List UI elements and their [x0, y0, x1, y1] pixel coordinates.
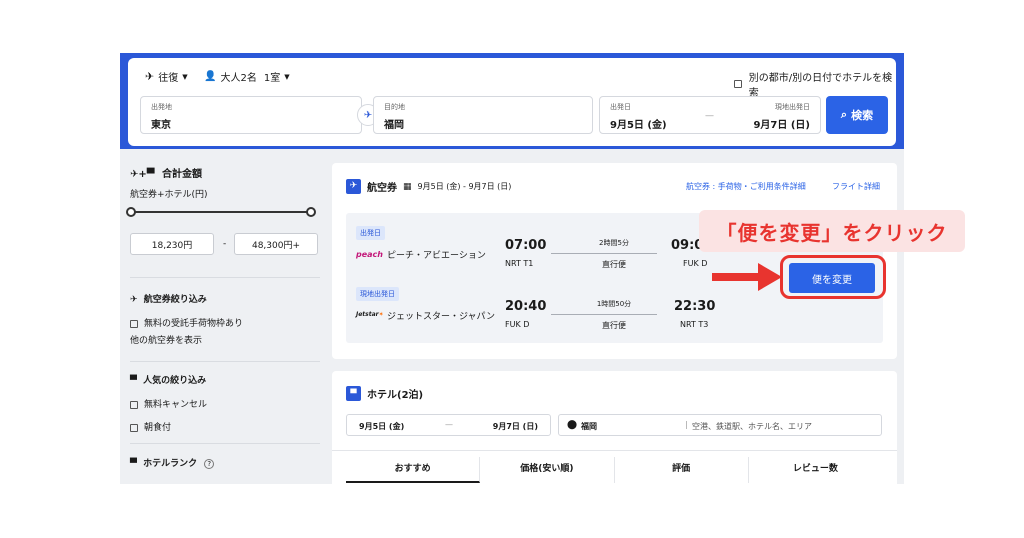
return-stops: 直行便 — [602, 321, 626, 330]
map-pin-icon: ⬤ — [567, 420, 578, 430]
flight-details-link[interactable]: フライト詳細 — [832, 181, 880, 192]
outbound-dep-time: 07:00 — [505, 238, 547, 253]
annotation-callout: 「便を変更」をクリック — [699, 210, 965, 252]
divider — [332, 450, 897, 451]
flight-filter-title: ✈ 航空券絞り込み — [130, 295, 207, 305]
chevron-down-icon: ▼ — [284, 72, 290, 81]
price-min-input[interactable]: 18,230円 — [130, 233, 214, 255]
tab-price[interactable]: 価格(安い順) — [480, 457, 615, 483]
checkbox-icon — [734, 80, 742, 88]
outbound-stops: 直行便 — [602, 260, 626, 269]
price-slider-max-handle[interactable] — [306, 207, 316, 217]
route-line — [551, 314, 657, 315]
change-flight-button[interactable]: 便を変更 — [789, 263, 875, 293]
bed-icon: ▀ — [130, 376, 137, 386]
price-slider-min-handle[interactable] — [126, 207, 136, 217]
plane-badge-icon: ✈ — [346, 179, 361, 194]
checkbox-icon — [130, 319, 138, 328]
return-airline: ジェットスター・ジャパン — [387, 312, 496, 322]
search-header: ✈ 往復 ▼ 👤 大人2名 1室 ▼ 別の都市/別の日付でホテルを検索 出発地 … — [120, 53, 904, 149]
bed-badge-icon: ▀ — [346, 386, 361, 401]
hotel-header: ▀ ホテル(2泊) — [346, 386, 423, 401]
destination-field[interactable]: 目的地 福岡 — [373, 96, 593, 134]
hotel-panel: ▀ ホテル(2泊) 9月5日 (金) — 9月7日 (日) ⬤ 福岡 | 空港、… — [332, 371, 897, 484]
flight-header: ✈ 航空券 ▦ 9月5日 (金) - 9月7日 (日) — [346, 179, 511, 194]
outbound-duration: 2時間5分 — [599, 239, 629, 247]
bed-icon: ▀ — [130, 459, 137, 469]
hotel-location-field[interactable]: ⬤ 福岡 | 空港、鉄道駅、ホテル名、エリア — [558, 414, 882, 436]
price-slider-track[interactable] — [130, 211, 314, 213]
return-duration: 1時間50分 — [596, 300, 632, 308]
price-subtitle: 航空券+ホテル(円) — [130, 190, 208, 200]
search-icon: ⌕ — [840, 108, 848, 121]
date-range-field[interactable]: 出発日 9月5日 (金) — 現地出発日 9月7日 (日) — [599, 96, 821, 134]
travelers-dropdown[interactable]: 👤 大人2名 1室 ▼ — [204, 69, 290, 84]
jetstar-logo: Jetstar✶ — [356, 311, 384, 318]
popular-filter-title: ▀ 人気の絞り込み — [130, 376, 207, 386]
other-city-checkbox[interactable]: 別の都市/別の日付でホテルを検索 — [734, 69, 896, 99]
total-price-title: ✈+▀ 合計金額 — [130, 169, 202, 180]
return-tag: 現地出発日 — [356, 287, 399, 301]
checkbox-icon — [130, 423, 138, 432]
price-max-input[interactable]: 48,300円+ — [234, 233, 318, 255]
chevron-down-icon: ▼ — [182, 72, 188, 81]
return-dep-time: 20:40 — [505, 299, 547, 314]
filter-sidebar: ✈+▀ 合計金額 航空券+ホテル(円) 18,230円 - 48,300円+ ✈… — [120, 149, 320, 484]
outbound-airline: ピーチ・アビエーション — [387, 251, 486, 261]
info-icon[interactable]: ? — [204, 459, 215, 469]
return-arr-airport: NRT T3 — [680, 320, 709, 329]
breakfast-checkbox[interactable]: 朝食付 — [130, 420, 171, 433]
search-card: ✈ 往復 ▼ 👤 大人2名 1室 ▼ 別の都市/別の日付でホテルを検索 出発地 … — [128, 58, 896, 146]
person-icon: 👤 — [204, 71, 217, 82]
free-cancel-checkbox[interactable]: 無料キャンセル — [130, 397, 207, 410]
hotel-date-field[interactable]: 9月5日 (金) — 9月7日 (日) — [346, 414, 551, 436]
search-button[interactable]: ⌕ 検索 — [826, 96, 888, 134]
free-baggage-checkbox[interactable]: 無料の受託手荷物枠あり — [130, 316, 243, 329]
origin-field[interactable]: 出発地 東京 — [140, 96, 362, 134]
checkbox-icon — [130, 400, 138, 409]
return-dep-airport: FUK D — [505, 320, 530, 329]
hotel-rank-title: ▀ ホテルランク ? — [130, 456, 215, 469]
plane-icon: ✈ — [130, 169, 139, 180]
tab-rating[interactable]: 評価 — [615, 457, 749, 483]
route-line — [551, 253, 657, 254]
more-flights-link[interactable]: 他の航空券を表示 — [130, 333, 202, 346]
annotation-arrow-icon — [712, 263, 782, 291]
tab-review-count[interactable]: レビュー数 — [749, 457, 882, 483]
plane-icon: ✈ — [130, 295, 138, 305]
divider — [130, 361, 320, 362]
trip-type-dropdown[interactable]: ✈ 往復 ▼ — [145, 69, 188, 84]
sort-tabs: おすすめ 価格(安い順) 評価 レビュー数 — [346, 457, 882, 483]
peach-logo: peach — [356, 250, 383, 259]
divider — [130, 443, 320, 444]
bed-icon: ▀ — [146, 169, 155, 180]
return-arr-time: 22:30 — [674, 299, 716, 314]
plane-icon: ✈ — [145, 70, 155, 83]
outbound-tag: 出発日 — [356, 226, 385, 240]
outbound-dep-airport: NRT T1 — [505, 259, 534, 268]
baggage-terms-link[interactable]: 航空券 : 手荷物・ご利用条件詳細 — [686, 181, 806, 192]
calendar-icon: ▦ — [403, 181, 412, 192]
outbound-arr-airport: FUK D — [683, 259, 708, 268]
divider — [130, 277, 320, 278]
tab-recommended[interactable]: おすすめ — [346, 457, 481, 483]
